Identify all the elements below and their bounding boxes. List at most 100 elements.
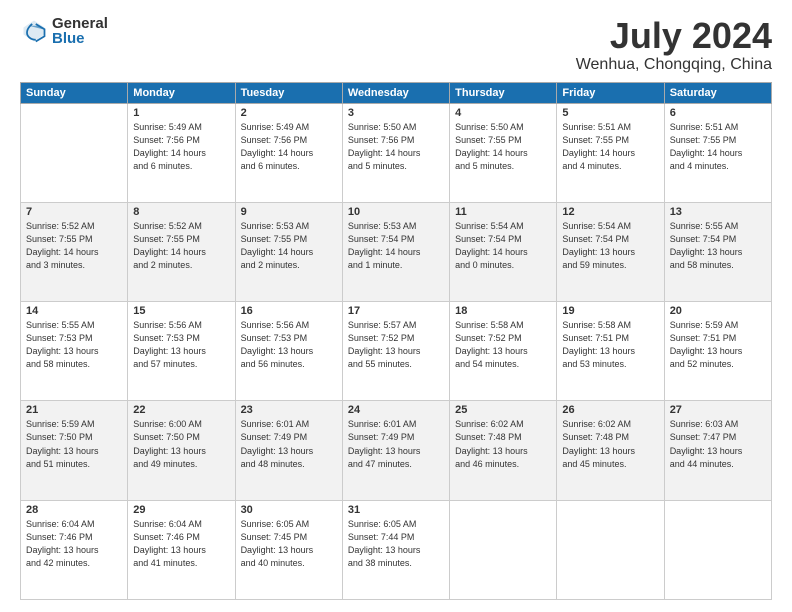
calendar-week-row: 1Sunrise: 5:49 AM Sunset: 7:56 PM Daylig… xyxy=(21,103,772,202)
day-detail: Sunrise: 6:02 AM Sunset: 7:48 PM Dayligh… xyxy=(562,418,658,470)
calendar-cell: 20Sunrise: 5:59 AM Sunset: 7:51 PM Dayli… xyxy=(664,302,771,401)
calendar-cell: 22Sunrise: 6:00 AM Sunset: 7:50 PM Dayli… xyxy=(128,401,235,500)
calendar-week-row: 28 Sunrise: 6:04 AM Sunset: 7:46 PM Dayli… xyxy=(21,500,772,599)
day-detail: Sunrise: 6:05 AM Sunset: 7:45 PM Dayligh… xyxy=(241,518,337,570)
day-detail: Sunrise: 5:55 AM Sunset: 7:53 PM Dayligh… xyxy=(26,319,122,371)
day-header-tuesday: Tuesday xyxy=(235,82,342,103)
calendar-cell: 15 Sunrise: 5:56 AM Sunset: 7:53 PM Dayli… xyxy=(128,302,235,401)
day-detail: Sunrise: 5:50 AM Sunset: 7:56 PM Dayligh… xyxy=(348,121,444,173)
day-number: 21 xyxy=(26,404,122,416)
calendar-week-row: 14 Sunrise: 5:55 AM Sunset: 7:53 PM Dayli… xyxy=(21,302,772,401)
calendar-cell: 26 Sunrise: 6:02 AM Sunset: 7:48 PM Dayli… xyxy=(557,401,664,500)
day-header-thursday: Thursday xyxy=(450,82,557,103)
day-number: 16 xyxy=(241,305,337,317)
calendar-cell xyxy=(21,103,128,202)
day-detail: Sunrise: 5:58 AM Sunset: 7:51 PM Dayligh… xyxy=(562,319,658,371)
calendar-header-row: SundayMondayTuesdayWednesdayThursdayFrid… xyxy=(21,82,772,103)
day-number: 12 xyxy=(562,206,658,218)
day-detail: Sunrise: 5:59 AM Sunset: 7:50 PM Dayligh… xyxy=(26,418,122,470)
logo: General Blue xyxy=(20,16,108,46)
day-detail: Sunrise: 5:53 AM Sunset: 7:54 PM Dayligh… xyxy=(348,220,444,272)
day-number: 20 xyxy=(670,305,766,317)
day-detail: Sunrise: 6:04 AM Sunset: 7:46 PM Dayligh… xyxy=(26,518,122,570)
calendar-cell: 18 Sunrise: 5:58 AM Sunset: 7:52 PM Dayli… xyxy=(450,302,557,401)
calendar-cell: 9 Sunrise: 5:53 AM Sunset: 7:55 PM Daylig… xyxy=(235,202,342,301)
calendar-week-row: 21 Sunrise: 5:59 AM Sunset: 7:50 PM Dayli… xyxy=(21,401,772,500)
calendar-cell: 8Sunrise: 5:52 AM Sunset: 7:55 PM Daylig… xyxy=(128,202,235,301)
day-number: 4 xyxy=(455,107,551,119)
day-header-saturday: Saturday xyxy=(664,82,771,103)
calendar-week-row: 7Sunrise: 5:52 AM Sunset: 7:55 PM Daylig… xyxy=(21,202,772,301)
calendar-cell: 28 Sunrise: 6:04 AM Sunset: 7:46 PM Dayli… xyxy=(21,500,128,599)
calendar-cell: 2Sunrise: 5:49 AM Sunset: 7:56 PM Daylig… xyxy=(235,103,342,202)
calendar-cell: 6 Sunrise: 5:51 AM Sunset: 7:55 PM Daylig… xyxy=(664,103,771,202)
day-detail: Sunrise: 5:52 AM Sunset: 7:55 PM Dayligh… xyxy=(26,220,122,272)
day-number: 27 xyxy=(670,404,766,416)
day-number: 18 xyxy=(455,305,551,317)
day-number: 26 xyxy=(562,404,658,416)
location-title: Wenhua, Chongqing, China xyxy=(576,56,772,74)
day-number: 5 xyxy=(562,107,658,119)
day-number: 24 xyxy=(348,404,444,416)
day-number: 9 xyxy=(241,206,337,218)
calendar-cell: 1Sunrise: 5:49 AM Sunset: 7:56 PM Daylig… xyxy=(128,103,235,202)
title-block: July 2024 Wenhua, Chongqing, China xyxy=(576,16,772,74)
calendar-cell: 14 Sunrise: 5:55 AM Sunset: 7:53 PM Dayli… xyxy=(21,302,128,401)
day-number: 8 xyxy=(133,206,229,218)
day-header-wednesday: Wednesday xyxy=(342,82,449,103)
day-detail: Sunrise: 6:04 AM Sunset: 7:46 PM Dayligh… xyxy=(133,518,229,570)
day-number: 15 xyxy=(133,305,229,317)
calendar-table: SundayMondayTuesdayWednesdayThursdayFrid… xyxy=(20,82,772,600)
day-detail: Sunrise: 5:58 AM Sunset: 7:52 PM Dayligh… xyxy=(455,319,551,371)
calendar-cell: 31Sunrise: 6:05 AM Sunset: 7:44 PM Dayli… xyxy=(342,500,449,599)
day-number: 30 xyxy=(241,504,337,516)
day-detail: Sunrise: 6:01 AM Sunset: 7:49 PM Dayligh… xyxy=(241,418,337,470)
day-number: 13 xyxy=(670,206,766,218)
calendar-cell xyxy=(664,500,771,599)
calendar-cell: 19 Sunrise: 5:58 AM Sunset: 7:51 PM Dayli… xyxy=(557,302,664,401)
day-detail: Sunrise: 5:53 AM Sunset: 7:55 PM Dayligh… xyxy=(241,220,337,272)
page: General Blue July 2024 Wenhua, Chongqing… xyxy=(0,0,792,612)
day-detail: Sunrise: 6:01 AM Sunset: 7:49 PM Dayligh… xyxy=(348,418,444,470)
calendar-cell: 13Sunrise: 5:55 AM Sunset: 7:54 PM Dayli… xyxy=(664,202,771,301)
day-number: 28 xyxy=(26,504,122,516)
calendar-cell xyxy=(557,500,664,599)
day-detail: Sunrise: 5:57 AM Sunset: 7:52 PM Dayligh… xyxy=(348,319,444,371)
logo-text: General Blue xyxy=(52,16,108,46)
day-number: 6 xyxy=(670,107,766,119)
logo-icon xyxy=(20,17,48,45)
calendar-cell: 23 Sunrise: 6:01 AM Sunset: 7:49 PM Dayli… xyxy=(235,401,342,500)
day-number: 1 xyxy=(133,107,229,119)
header: General Blue July 2024 Wenhua, Chongqing… xyxy=(20,16,772,74)
day-number: 10 xyxy=(348,206,444,218)
day-detail: Sunrise: 5:51 AM Sunset: 7:55 PM Dayligh… xyxy=(670,121,766,173)
day-number: 19 xyxy=(562,305,658,317)
calendar-cell: 17Sunrise: 5:57 AM Sunset: 7:52 PM Dayli… xyxy=(342,302,449,401)
day-number: 14 xyxy=(26,305,122,317)
calendar-cell: 7Sunrise: 5:52 AM Sunset: 7:55 PM Daylig… xyxy=(21,202,128,301)
calendar-cell: 30 Sunrise: 6:05 AM Sunset: 7:45 PM Dayli… xyxy=(235,500,342,599)
day-detail: Sunrise: 5:56 AM Sunset: 7:53 PM Dayligh… xyxy=(133,319,229,371)
calendar-cell: 21 Sunrise: 5:59 AM Sunset: 7:50 PM Dayli… xyxy=(21,401,128,500)
logo-general: General xyxy=(52,16,108,31)
day-detail: Sunrise: 5:56 AM Sunset: 7:53 PM Dayligh… xyxy=(241,319,337,371)
day-detail: Sunrise: 5:54 AM Sunset: 7:54 PM Dayligh… xyxy=(455,220,551,272)
calendar-cell: 24 Sunrise: 6:01 AM Sunset: 7:49 PM Dayli… xyxy=(342,401,449,500)
day-number: 25 xyxy=(455,404,551,416)
day-detail: Sunrise: 6:05 AM Sunset: 7:44 PM Dayligh… xyxy=(348,518,444,570)
day-detail: Sunrise: 5:50 AM Sunset: 7:55 PM Dayligh… xyxy=(455,121,551,173)
day-detail: Sunrise: 5:54 AM Sunset: 7:54 PM Dayligh… xyxy=(562,220,658,272)
calendar-cell: 12 Sunrise: 5:54 AM Sunset: 7:54 PM Dayli… xyxy=(557,202,664,301)
day-header-sunday: Sunday xyxy=(21,82,128,103)
day-number: 22 xyxy=(133,404,229,416)
day-header-friday: Friday xyxy=(557,82,664,103)
calendar-cell: 3 Sunrise: 5:50 AM Sunset: 7:56 PM Daylig… xyxy=(342,103,449,202)
day-number: 11 xyxy=(455,206,551,218)
calendar-cell: 25Sunrise: 6:02 AM Sunset: 7:48 PM Dayli… xyxy=(450,401,557,500)
day-number: 3 xyxy=(348,107,444,119)
calendar-cell: 5Sunrise: 5:51 AM Sunset: 7:55 PM Daylig… xyxy=(557,103,664,202)
calendar-cell: 10 Sunrise: 5:53 AM Sunset: 7:54 PM Dayli… xyxy=(342,202,449,301)
day-number: 23 xyxy=(241,404,337,416)
calendar-cell: 16 Sunrise: 5:56 AM Sunset: 7:53 PM Dayli… xyxy=(235,302,342,401)
calendar-cell: 11 Sunrise: 5:54 AM Sunset: 7:54 PM Dayli… xyxy=(450,202,557,301)
